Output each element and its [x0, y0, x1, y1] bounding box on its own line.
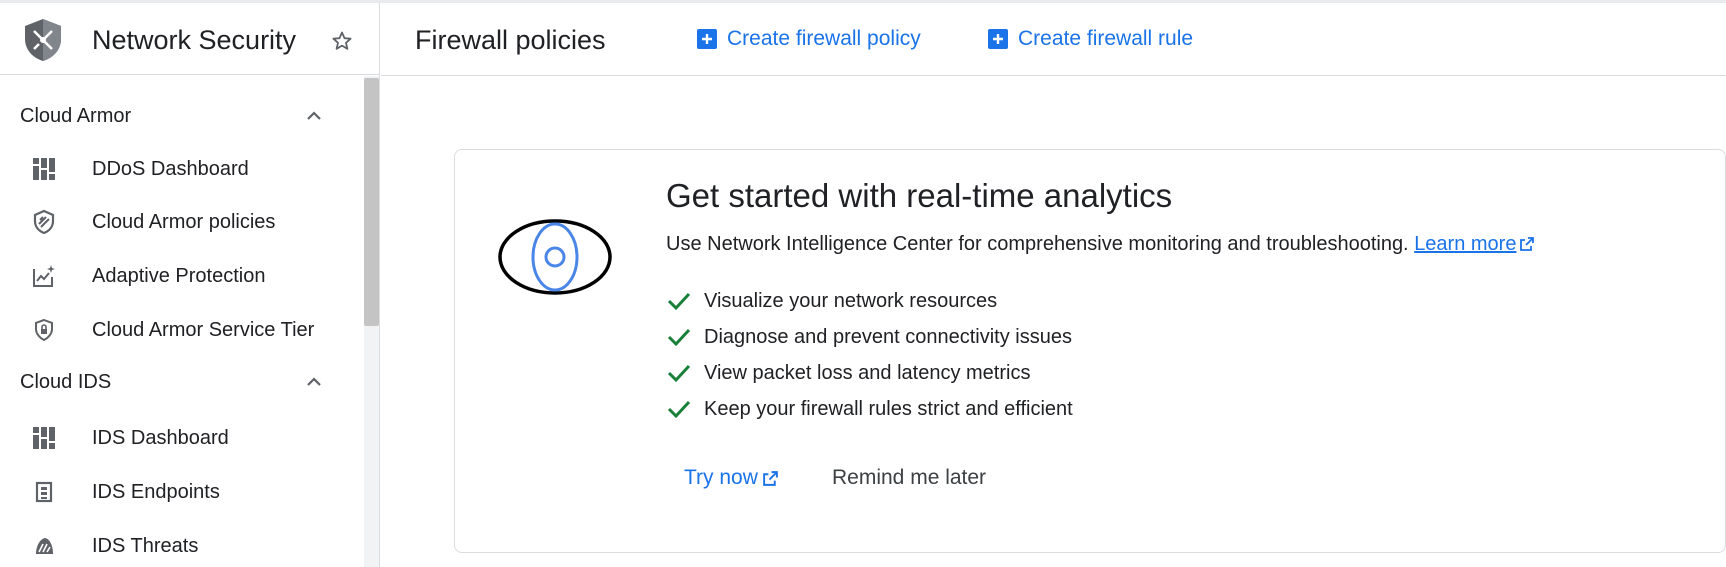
create-firewall-rule-button[interactable]: Create firewall rule [988, 27, 1193, 51]
try-now-label: Try now [684, 466, 758, 489]
eye-analytics-icon [498, 219, 612, 295]
chevron-up-icon [307, 111, 321, 120]
sidebar-item-ids-endpoints[interactable]: IDS Endpoints [0, 466, 360, 518]
remind-me-later-label: Remind me later [832, 466, 987, 489]
endpoint-icon [30, 478, 58, 506]
threat-icon [30, 532, 58, 560]
sidebar-item-label: IDS Threats [92, 534, 199, 557]
try-now-button[interactable]: Try now [684, 466, 779, 490]
remind-me-later-button[interactable]: Remind me later [832, 466, 986, 490]
section-label: Cloud IDS [20, 370, 112, 393]
benefit-text: View packet loss and latency metrics [704, 361, 1031, 384]
benefit-text: Keep your firewall rules strict and effi… [704, 397, 1073, 420]
sidebar-item-label: Cloud Armor policies [92, 210, 276, 233]
sidebar-nav: Cloud Armor DDoS Dashboard Cloud Armor p… [0, 76, 379, 567]
analytics-promo-card: Get started with real-time analytics Use… [454, 149, 1726, 553]
sidebar-item-ids-dashboard[interactable]: IDS Dashboard [0, 412, 360, 464]
shield-lock-icon [30, 316, 58, 344]
dashboard-icon [30, 424, 58, 452]
section-cloud-armor[interactable]: Cloud Armor [0, 91, 360, 141]
checkmark-icon [667, 292, 691, 311]
sidebar-item-label: Adaptive Protection [92, 264, 266, 287]
sidebar-item-adaptive-protection[interactable]: Adaptive Protection [0, 250, 360, 302]
create-firewall-policy-button[interactable]: Create firewall policy [697, 27, 921, 51]
sidebar-item-ids-threats[interactable]: IDS Threats [0, 520, 360, 567]
app-window: Network Security Cloud Armor DDoS Dashbo… [0, 0, 1726, 567]
checkmark-icon [667, 364, 691, 383]
benefit-text: Visualize your network resources [704, 289, 998, 312]
learn-more-link[interactable]: Learn more [1414, 233, 1535, 255]
sidebar-item-label: Cloud Armor Service Tier [92, 318, 315, 341]
sidebar: Network Security Cloud Armor DDoS Dashbo… [0, 3, 380, 567]
open-in-new-icon [1520, 237, 1535, 251]
open-in-new-icon [763, 470, 778, 486]
promo-title: Get started with real-time analytics [666, 177, 1173, 214]
list-item: View packet loss and latency metrics [666, 355, 1073, 391]
page-title: Firewall policies [415, 25, 606, 55]
list-item: Keep your firewall rules strict and effi… [666, 391, 1073, 427]
sidebar-item-cloud-armor-service-tier[interactable]: Cloud Armor Service Tier [0, 304, 360, 356]
add-box-icon [988, 29, 1008, 49]
checkmark-icon [667, 328, 691, 347]
benefit-text: Diagnose and prevent connectivity issues [704, 325, 1072, 348]
add-box-icon [697, 29, 717, 49]
learn-more-label: Learn more [1414, 233, 1517, 255]
section-cloud-ids[interactable]: Cloud IDS [0, 357, 360, 407]
list-item: Diagnose and prevent connectivity issues [666, 319, 1073, 355]
favorite-star-button[interactable] [328, 27, 356, 55]
network-security-logo-icon [25, 19, 61, 61]
main-header: Firewall policies Create firewall policy… [381, 3, 1726, 76]
checkmark-icon [667, 400, 691, 419]
star-outline-icon [332, 31, 352, 50]
sidebar-scrollbar-thumb[interactable] [364, 78, 379, 326]
sidebar-item-cloud-armor-policies[interactable]: Cloud Armor policies [0, 196, 360, 248]
create-firewall-rule-label: Create firewall rule [1018, 27, 1194, 50]
promo-description: Use Network Intelligence Center for comp… [666, 233, 1535, 256]
sidebar-item-ddos-dashboard[interactable]: DDoS Dashboard [0, 143, 360, 195]
chevron-up-icon [307, 377, 321, 386]
promo-benefits-list: Visualize your network resources Diagnos… [666, 283, 1073, 427]
product-title: Network Security [92, 25, 297, 55]
insights-chart-icon [30, 262, 58, 290]
sidebar-item-label: IDS Dashboard [92, 426, 229, 449]
product-header: Network Security [0, 3, 379, 75]
section-label: Cloud Armor [20, 104, 132, 127]
sidebar-item-label: IDS Endpoints [92, 480, 220, 503]
dashboard-icon [30, 155, 58, 183]
list-item: Visualize your network resources [666, 283, 1073, 319]
sidebar-item-label: DDoS Dashboard [92, 157, 249, 180]
create-firewall-policy-label: Create firewall policy [727, 27, 921, 50]
shield-policy-icon [30, 208, 58, 236]
promo-description-text: Use Network Intelligence Center for comp… [666, 233, 1409, 255]
